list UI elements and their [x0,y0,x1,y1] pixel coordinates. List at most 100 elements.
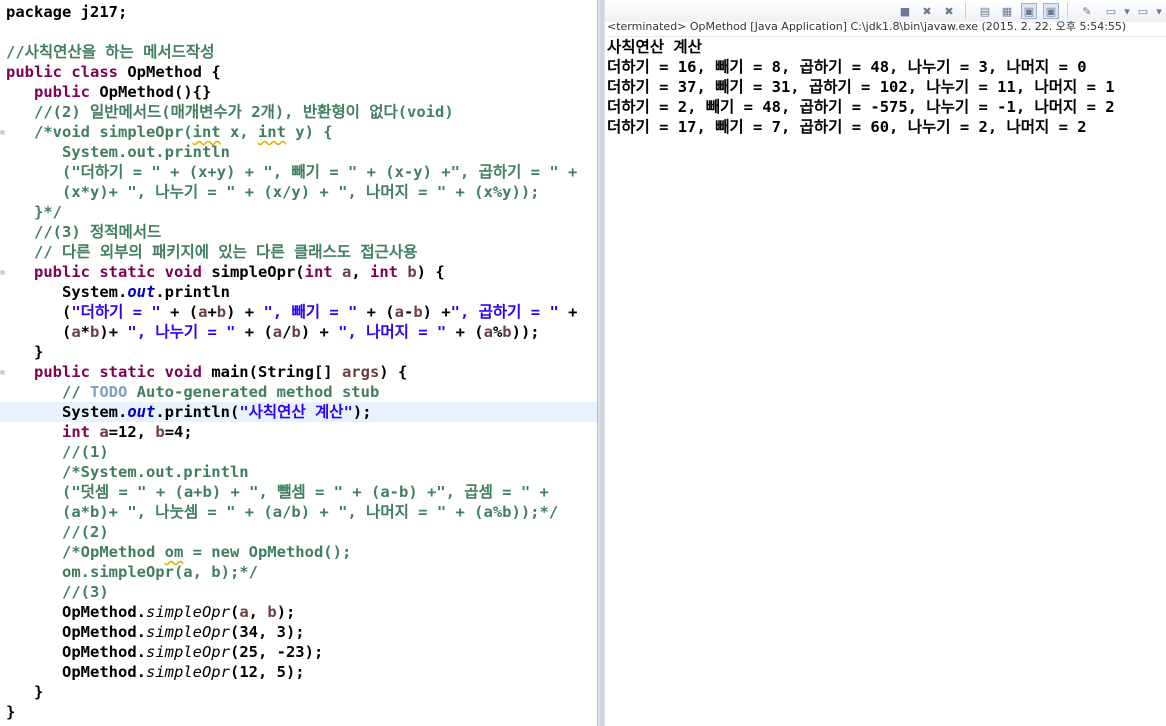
code-token: =12, [108,423,156,441]
fold-marker-icon[interactable] [0,270,5,275]
remove-launch-icon[interactable]: ✖ [919,3,935,19]
code-line[interactable]: (a*b)+ ", 나눗셈 = " + (a/b) + ", 나머지 = " +… [6,502,558,522]
code-token: OpMethod { [127,63,221,81]
word-wrap-icon[interactable]: ▣ [1043,3,1059,19]
code-token: int [369,263,408,281]
code-line[interactable]: ("더하기 = " + (a+b) + ", 빼기 = " + (a-b) +"… [6,302,577,322]
code-token: (a*b)+ ", 나눗셈 = " + (a/b) + ", 나머지 = " +… [6,503,559,521]
toolbar-separator [965,3,966,19]
code-line[interactable]: ("더하기 = " + (x+y) + ", 빼기 = " + (x-y) +"… [6,162,577,182]
code-token: } [6,343,44,361]
code-token: , [248,603,268,621]
code-token: x, [220,123,258,141]
code-token: b [502,323,512,341]
code-token: om [164,543,184,561]
fold-marker-icon[interactable] [0,130,5,135]
code-line[interactable]: package j217; [6,2,127,22]
code-line[interactable]: //(2) 일반메서드(매개변수가 2개), 반환형이 없다(void) [6,102,454,122]
code-token: b [216,303,227,321]
code-token: a [71,323,81,341]
code-token: "사칙연산 계산" [239,403,353,421]
code-line[interactable]: //(1) [6,442,109,462]
code-token: "더하기 = " [71,303,161,321]
code-token: a [483,323,493,341]
code-token: simpleOpr [145,603,230,621]
code-line[interactable]: OpMethod.simpleOpr(a, b); [6,602,295,622]
code-line[interactable]: /*System.out.println [6,462,249,482]
code-token: OpMethod. [6,663,146,681]
code-token: simpleOpr [145,663,230,681]
clear-console-icon[interactable]: ▤ [977,3,993,19]
chevron-down-icon[interactable]: ▾ [1119,3,1135,19]
code-token: TODO [90,383,128,401]
code-line[interactable]: public static void simpleOpr(int a, int … [6,262,445,282]
code-token: + [558,303,578,321]
code-line[interactable]: OpMethod.simpleOpr(34, 3); [6,622,305,642]
code-token: b [90,323,100,341]
code-line[interactable]: public static void main(String[] args) { [6,362,407,382]
console-view: ■ ✖ ✖ ▤ ▦ ▣ ▣ ✎ ▭ ▾ ▭ ▾ <terminated> OpM… [605,0,1166,726]
code-line[interactable]: int a=12, b=4; [6,422,193,442]
code-line[interactable]: OpMethod.simpleOpr(25, -23); [6,642,323,662]
code-line[interactable]: /*void simpleOpr(int x, int y) { [6,122,333,142]
chevron-down-icon[interactable]: ▾ [1151,3,1166,19]
fold-marker-icon[interactable] [0,370,5,375]
code-line[interactable]: (a*b)+ ", 나누기 = " + (a/b) + ", 나머지 = " +… [6,322,540,342]
code-token: = new OpMethod(); [183,543,352,561]
code-line[interactable]: } [6,342,43,362]
code-token: .println [155,283,230,301]
code-editor[interactable]: package j217; //사칙연산을 하는 메서드작성 public clas… [0,0,601,726]
code-line[interactable]: System.out.println [6,282,230,302]
code-token: int [6,423,100,441]
code-line[interactable]: om.simpleOpr(a, b);*/ [6,562,258,582]
show-on-output-icon[interactable]: ✎ [1079,3,1095,19]
code-token: } [6,683,44,701]
code-line[interactable]: public OpMethod(){} [6,82,211,102]
code-token: b [407,263,417,281]
code-token: ); [352,403,372,421]
code-line[interactable]: //(3) [6,582,109,602]
code-line[interactable]: System.out.println("사칙연산 계산"); [0,402,601,422]
code-token: int [192,123,221,141]
code-token: ) + [226,303,264,321]
code-token: a [99,423,109,441]
display-console-icon[interactable]: ▭ [1135,3,1151,19]
code-line[interactable]: ("덧셈 = " + (a+b) + ", 뺄셈 = " + (a-b) +",… [6,482,549,502]
code-token: ) + [300,323,339,341]
pin-console-icon[interactable]: ▣ [1021,3,1037,19]
code-token: * [80,323,91,341]
code-token: ", 나누기 = " [127,323,236,341]
code-line[interactable]: OpMethod.simpleOpr(12, 5); [6,662,305,682]
code-token: ); [276,603,296,621]
code-token: - [403,303,414,321]
launch-status: <terminated> OpMethod [Java Application]… [607,20,1127,33]
console-output[interactable]: 사칙연산 계산 더하기 = 16, 빼기 = 8, 곱하기 = 48, 나누기 =… [607,36,1166,726]
scroll-lock-icon[interactable]: ▦ [999,3,1015,19]
code-line[interactable]: // TODO Auto-generated method stub [6,382,379,402]
remove-all-icon[interactable]: ✖ [941,3,957,19]
code-token: (12, 5); [229,663,305,681]
code-line[interactable]: }*/ [6,202,62,222]
code-token: simpleOpr( [211,263,305,281]
code-line[interactable]: //(2) [6,522,109,542]
terminate-icon[interactable]: ■ [897,3,913,19]
code-line[interactable]: //사칙연산을 하는 메서드작성 [6,42,214,62]
code-line[interactable]: (x*y)+ ", 나누기 = " + (x/y) + ", 나머지 = " +… [6,182,540,202]
code-line[interactable]: // 다른 외부의 패키지에 있는 다른 클래스도 접근사용 [6,242,417,262]
code-line[interactable]: public class OpMethod { [6,62,221,82]
code-token: out [127,283,156,301]
code-token: )+ [99,323,128,341]
code-token: % [492,323,503,341]
code-token: /*System.out.println [6,463,249,481]
open-console-icon[interactable]: ▭ [1103,3,1119,19]
code-line[interactable]: } [6,702,15,722]
code-line[interactable]: } [6,682,43,702]
code-line[interactable]: /*OpMethod om = new OpMethod(); [6,542,351,562]
code-token: ("더하기 = " + (x+y) + ", 빼기 = " + (x-y) +"… [6,163,578,181]
code-line[interactable]: //(3) 정적메서드 [6,222,161,242]
code-token: .println( [155,403,240,421]
console-output-line: 더하기 = 37, 빼기 = 31, 곱하기 = 102, 나누기 = 11, … [607,78,1115,96]
toolbar-separator [1067,3,1068,19]
code-token: // [6,383,90,401]
code-line[interactable]: System.out.println [6,142,230,162]
